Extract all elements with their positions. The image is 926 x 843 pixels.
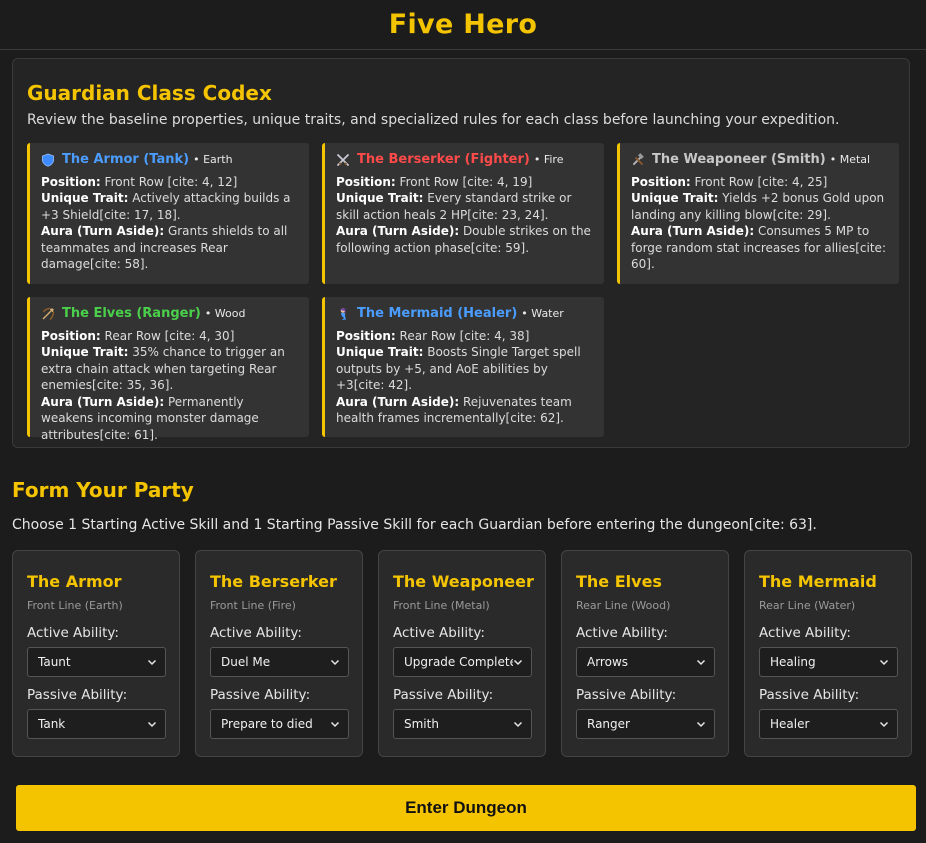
passive-ability-label: Passive Ability: <box>576 687 677 703</box>
party-title: Form Your Party <box>12 478 194 502</box>
class-name: The Elves (Ranger) <box>62 306 201 321</box>
class-name: The Weaponeer (Smith) <box>652 152 826 167</box>
active-ability-label: Active Ability: <box>27 625 119 641</box>
passive-ability-label: Passive Ability: <box>393 687 494 703</box>
passive-ability-select[interactable]: Prepare to died <box>210 709 349 739</box>
active-ability-value: Upgrade Complete <box>404 655 513 669</box>
mermaid-icon <box>336 307 350 321</box>
shield-icon <box>41 153 55 167</box>
position-row: Position: Front Row [cite: 4, 25] <box>631 174 828 189</box>
member-name: The Armor <box>27 572 122 591</box>
aura-row: Aura (Turn Aside): Rejuvenates team heal… <box>336 394 572 426</box>
bow-arrow-icon <box>41 307 55 321</box>
trait-row: Unique Trait: Boosts Single Target spell… <box>336 345 581 392</box>
class-card-berserker: The Berserker (Fighter) • Fire Position:… <box>322 143 604 284</box>
passive-ability-select[interactable]: Ranger <box>576 709 715 739</box>
active-ability-value: Taunt <box>38 655 71 669</box>
crossed-swords-icon <box>336 153 350 167</box>
class-card-mermaid: The Mermaid (Healer) • Water Position: R… <box>322 297 604 437</box>
chevron-down-icon <box>696 719 706 729</box>
enter-dungeon-button[interactable]: Enter Dungeon <box>16 785 916 831</box>
class-element: • Wood <box>204 307 246 320</box>
passive-ability-select[interactable]: Healer <box>759 709 898 739</box>
party-card-berserker: The Berserker Front Line (Fire) Active A… <box>195 550 363 757</box>
chevron-down-icon <box>147 719 157 729</box>
party-card-mermaid: The Mermaid Rear Line (Water) Active Abi… <box>744 550 912 757</box>
passive-ability-value: Tank <box>38 717 66 731</box>
active-ability-select[interactable]: Upgrade Complete <box>393 647 532 677</box>
active-ability-value: Healing <box>770 655 816 669</box>
active-ability-value: Arrows <box>587 655 629 669</box>
active-ability-select[interactable]: Duel Me <box>210 647 349 677</box>
app-header: Five Hero <box>0 0 926 50</box>
class-card-weaponeer: The Weaponeer (Smith) • Metal Position: … <box>617 143 899 284</box>
passive-ability-label: Passive Ability: <box>27 687 128 703</box>
active-ability-label: Active Ability: <box>759 625 851 641</box>
position-row: Position: Front Row [cite: 4, 19] <box>336 174 533 189</box>
class-element: • Fire <box>533 153 564 166</box>
passive-ability-value: Smith <box>404 717 439 731</box>
active-ability-label: Active Ability: <box>393 625 485 641</box>
trait-row: Unique Trait: Yields +2 bonus Gold upon … <box>631 191 885 222</box>
hammer-wrench-icon <box>631 153 645 167</box>
class-element: • Water <box>521 307 564 320</box>
passive-ability-value: Ranger <box>587 717 630 731</box>
active-ability-label: Active Ability: <box>576 625 668 641</box>
passive-ability-value: Prepare to died <box>221 717 313 731</box>
member-name: The Berserker <box>210 572 337 591</box>
chevron-down-icon <box>330 657 340 667</box>
codex-description: Review the baseline properties, unique t… <box>27 112 840 128</box>
class-card-elves: The Elves (Ranger) • Wood Position: Rear… <box>27 297 309 442</box>
active-ability-label: Active Ability: <box>210 625 302 641</box>
app-title: Five Hero <box>388 9 538 40</box>
codex-title: Guardian Class Codex <box>27 81 272 105</box>
position-row: Position: Rear Row [cite: 4, 38] <box>336 328 530 343</box>
passive-ability-select[interactable]: Tank <box>27 709 166 739</box>
member-name: The Mermaid <box>759 572 877 591</box>
chevron-down-icon <box>879 657 889 667</box>
class-codex-panel: Guardian Class Codex Review the baseline… <box>12 58 910 448</box>
aura-row: Aura (Turn Aside): Consumes 5 MP to forg… <box>631 224 886 271</box>
active-ability-select[interactable]: Healing <box>759 647 898 677</box>
aura-row: Aura (Turn Aside): Permanently weakens i… <box>41 394 259 442</box>
party-card-armor: The Armor Front Line (Earth) Active Abil… <box>12 550 180 757</box>
chevron-down-icon <box>513 719 523 729</box>
trait-row: Unique Trait: Actively attacking builds … <box>41 191 291 222</box>
chevron-down-icon <box>513 657 523 667</box>
party-description: Choose 1 Starting Active Skill and 1 Sta… <box>12 517 817 533</box>
chevron-down-icon <box>330 719 340 729</box>
active-ability-select[interactable]: Arrows <box>576 647 715 677</box>
chevron-down-icon <box>696 657 706 667</box>
member-name: The Elves <box>576 572 662 591</box>
position-row: Position: Rear Row [cite: 4, 30] <box>41 328 235 343</box>
chevron-down-icon <box>147 657 157 667</box>
active-ability-select[interactable]: Taunt <box>27 647 166 677</box>
class-name: The Armor (Tank) <box>62 152 190 167</box>
member-line: Rear Line (Water) <box>759 599 856 612</box>
member-line: Rear Line (Wood) <box>576 599 671 612</box>
trait-row: Unique Trait: Every standard strike or s… <box>336 191 572 222</box>
party-card-elves: The Elves Rear Line (Wood) Active Abilit… <box>561 550 729 757</box>
aura-row: Aura (Turn Aside): Grants shields to all… <box>41 224 288 271</box>
passive-ability-value: Healer <box>770 717 810 731</box>
party-card-weaponeer: The Weaponeer Front Line (Metal) Active … <box>378 550 546 757</box>
member-name: The Weaponeer <box>393 572 534 591</box>
class-name: The Berserker (Fighter) <box>357 152 530 167</box>
passive-ability-label: Passive Ability: <box>759 687 860 703</box>
position-row: Position: Front Row [cite: 4, 12] <box>41 174 238 189</box>
active-ability-value: Duel Me <box>221 655 271 669</box>
class-name: The Mermaid (Healer) <box>357 306 518 321</box>
member-line: Front Line (Fire) <box>210 599 296 612</box>
member-line: Front Line (Metal) <box>393 599 490 612</box>
class-element: • Metal <box>829 153 871 166</box>
trait-row: Unique Trait: 35% chance to trigger an e… <box>41 345 285 392</box>
passive-ability-label: Passive Ability: <box>210 687 311 703</box>
class-card-armor: The Armor (Tank) • Earth Position: Front… <box>27 143 309 284</box>
passive-ability-select[interactable]: Smith <box>393 709 532 739</box>
member-line: Front Line (Earth) <box>27 599 123 612</box>
class-element: • Earth <box>193 153 233 166</box>
chevron-down-icon <box>879 719 889 729</box>
aura-row: Aura (Turn Aside): Double strikes on the… <box>336 224 591 255</box>
